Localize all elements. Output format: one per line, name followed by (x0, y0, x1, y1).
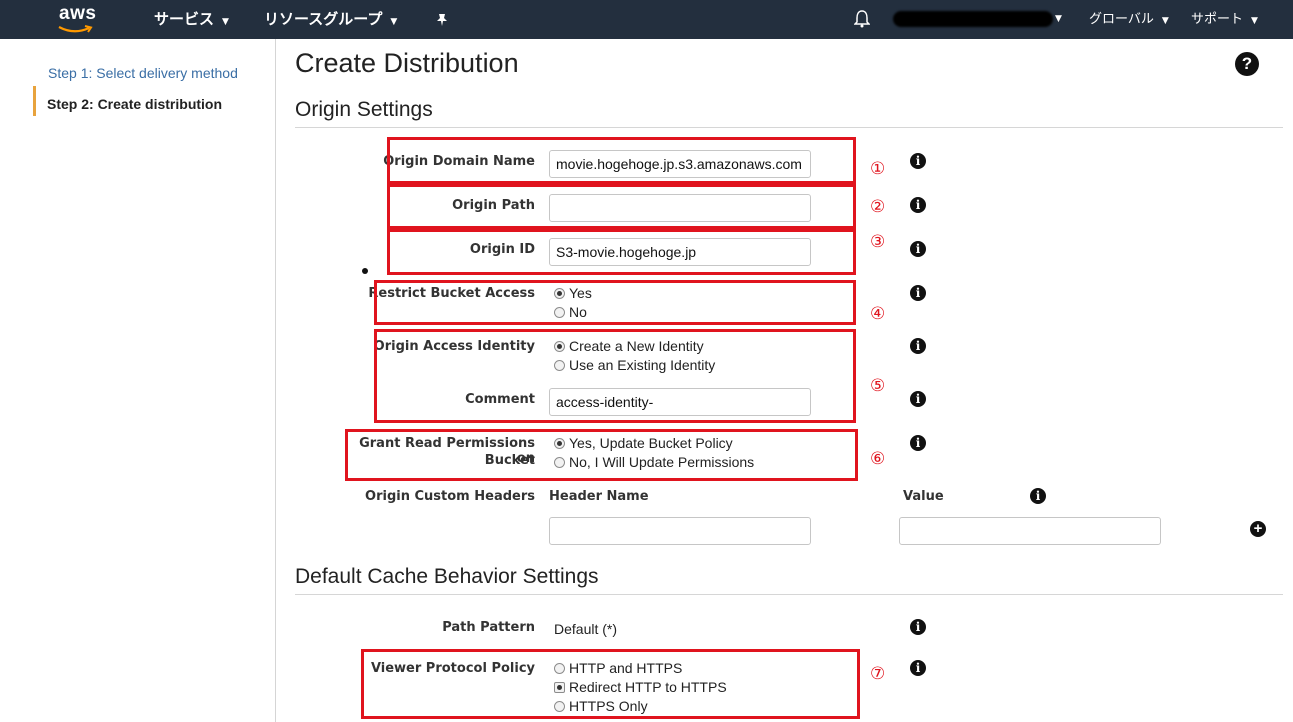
header-name-input[interactable] (549, 517, 811, 545)
chevron-down-icon[interactable]: ▼ (1055, 0, 1062, 39)
top-nav: aws サービス ▼ リソースグループ ▼ ▼ グローバル ▼ サポート ▼ (0, 0, 1293, 39)
path-pattern-value: Default (*) (554, 621, 618, 637)
annotation-6: ⑥ (870, 449, 886, 469)
origin-settings-heading: Origin Settings (295, 98, 433, 121)
info-icon[interactable]: i (910, 660, 926, 676)
services-menu[interactable]: サービス ▼ (154, 0, 229, 39)
annotation-1: ① (870, 159, 886, 179)
highlight-box-2 (387, 184, 856, 229)
region-menu[interactable]: グローバル ▼ (1089, 0, 1169, 39)
chevron-down-icon: ▼ (390, 17, 398, 27)
info-icon[interactable]: i (910, 241, 926, 257)
add-header-icon[interactable]: + (1250, 521, 1266, 537)
pin-icon[interactable] (436, 0, 448, 39)
step-1-link[interactable]: Step 1: Select delivery method (48, 65, 238, 81)
annotation-7: ⑦ (870, 664, 886, 684)
highlight-box-4 (374, 280, 856, 325)
header-name-column: Header Name (549, 489, 649, 504)
divider (295, 127, 1283, 128)
info-icon[interactable]: i (910, 435, 926, 451)
chevron-down-icon: ▼ (222, 17, 229, 27)
info-icon[interactable]: i (910, 153, 926, 169)
annotation-3: ③ (870, 232, 886, 252)
highlight-box-6 (345, 429, 858, 481)
chevron-down-icon: ▼ (1161, 16, 1169, 26)
highlight-box-7 (361, 649, 860, 719)
annotation-5: ⑤ (870, 376, 886, 396)
account-name-redacted[interactable] (893, 11, 1053, 27)
info-icon[interactable]: i (910, 285, 926, 301)
highlight-box-5 (374, 329, 856, 423)
info-icon[interactable]: i (910, 619, 926, 635)
active-step-indicator (33, 86, 36, 116)
path-pattern-label: Path Pattern (442, 620, 535, 635)
info-icon[interactable]: i (910, 391, 926, 407)
step-2-current: Step 2: Create distribution (47, 96, 223, 112)
annotation-2: ② (870, 197, 886, 217)
resource-groups-label: リソースグループ (264, 10, 383, 28)
services-label: サービス (154, 10, 215, 28)
wizard-sidebar: Step 1: Select delivery method Step 2: C… (0, 39, 276, 722)
info-icon[interactable]: i (910, 197, 926, 213)
divider (295, 594, 1283, 595)
resource-groups-menu[interactable]: リソースグループ ▼ (264, 0, 397, 39)
support-label: サポート (1191, 12, 1244, 27)
value-column: Value (903, 489, 944, 504)
custom-headers-label: Origin Custom Headers (365, 489, 535, 504)
support-menu[interactable]: サポート ▼ (1191, 0, 1258, 39)
aws-logo-text: aws (59, 3, 97, 24)
aws-smile-icon (58, 25, 93, 33)
chevron-down-icon: ▼ (1251, 16, 1258, 26)
highlight-box-1 (387, 137, 856, 184)
highlight-box-3 (387, 229, 856, 275)
info-icon[interactable]: i (910, 338, 926, 354)
header-value-input[interactable] (899, 517, 1161, 545)
page-title: Create Distribution (295, 48, 519, 78)
region-label: グローバル (1089, 12, 1154, 27)
bell-icon[interactable] (853, 0, 871, 39)
annotation-4: ④ (870, 304, 886, 324)
help-icon[interactable]: ? (1235, 52, 1259, 76)
cache-settings-heading: Default Cache Behavior Settings (295, 565, 599, 588)
info-icon[interactable]: i (1030, 488, 1046, 504)
stray-dot (362, 268, 368, 274)
aws-logo[interactable]: aws (55, 3, 105, 35)
